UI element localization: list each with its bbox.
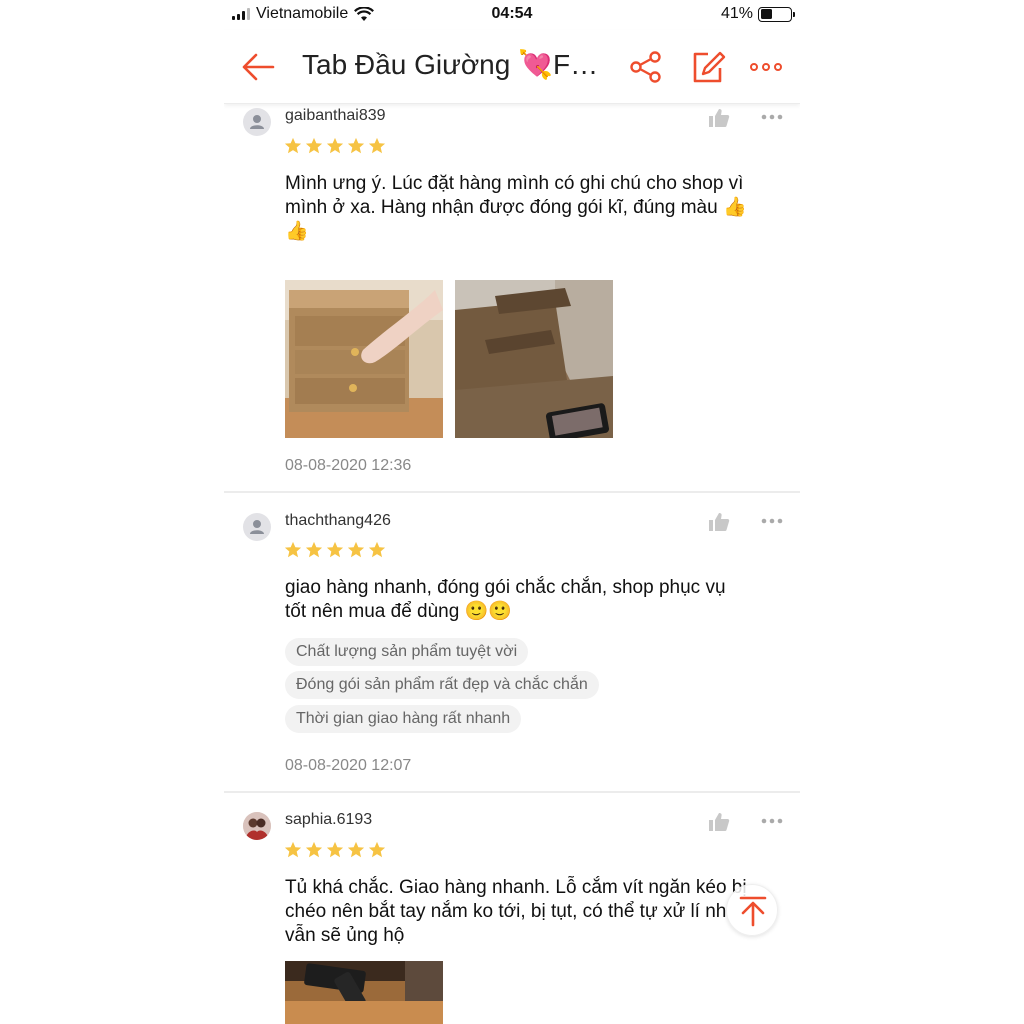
review-text-line: vẫn sẽ ủng hộ (285, 925, 405, 946)
star-icon (305, 841, 323, 858)
star-icon (347, 841, 365, 858)
user-placeholder-icon (250, 520, 264, 534)
review-more-icon[interactable] (760, 517, 784, 525)
user-placeholder-icon (250, 115, 264, 129)
scroll-to-top-button[interactable] (726, 884, 778, 936)
review-more-icon[interactable] (760, 817, 784, 825)
star-icon (305, 137, 323, 154)
like-icon[interactable] (708, 108, 730, 128)
review-text-line: mình ở xa. Hàng nhận được đóng gói kĩ, đ… (285, 197, 747, 218)
review-more-icon[interactable] (760, 113, 784, 121)
star-rating (284, 137, 386, 155)
review-divider (224, 491, 800, 493)
review-text-line: tốt nên mua để dùng 🙂🙂 (285, 601, 512, 622)
review-username: thachthang426 (285, 512, 391, 529)
review-photo[interactable] (455, 280, 613, 438)
battery-info: 41% (720, 5, 795, 23)
avatar[interactable] (243, 513, 271, 541)
star-icon (284, 137, 302, 154)
status-bar: Vietnamobile 04:54 41% (224, 0, 800, 30)
review-date: 08-08-2020 12:36 (285, 457, 412, 474)
star-icon (368, 541, 386, 558)
review-text: giao hàng nhanh, đóng gói chắc chắn, sho… (285, 576, 775, 624)
page-title: Tab Đầu Giường 💘F… (302, 49, 599, 80)
star-icon (326, 841, 344, 858)
share-icon[interactable] (628, 50, 664, 84)
star-icon (347, 137, 365, 154)
avatar[interactable] (243, 812, 271, 840)
review-username: saphia.6193 (285, 811, 373, 828)
review-tag: Thời gian giao hàng rất nhanh (285, 705, 522, 733)
battery-icon (758, 6, 795, 22)
avatar[interactable] (243, 108, 271, 136)
review-username: gaibanthai839 (285, 107, 386, 124)
top-nav-bar: Tab Đầu Giường 💘F… (224, 30, 800, 104)
star-icon (305, 541, 323, 558)
like-icon[interactable] (708, 512, 730, 532)
review-photo[interactable] (285, 961, 443, 1024)
review-text-line: chéo nên bắt tay nắm ko tới, bị tụt, có … (285, 901, 727, 922)
star-rating (284, 841, 386, 859)
more-icon[interactable] (748, 56, 784, 78)
star-icon (347, 541, 365, 558)
clock: 04:54 (491, 5, 533, 22)
user-photo-icon (243, 812, 271, 840)
battery-percent: 41% (720, 5, 753, 22)
review-tag: Chất lượng sản phẩm tuyệt vời (285, 638, 529, 666)
star-icon (326, 541, 344, 558)
app-screen: Vietnamobile 04:54 41% Tab Đầu Giường 💘F… (224, 0, 800, 1024)
star-rating (284, 541, 386, 559)
review-text-line: Mình ưng ý. Lúc đặt hàng mình có ghi chú… (285, 173, 744, 194)
review-tag: Đóng gói sản phẩm rất đẹp và chắc chắn (285, 671, 599, 699)
star-icon (368, 841, 386, 858)
review-text-line: 👍 (285, 221, 309, 242)
review-text: Tủ khá chắc. Giao hàng nhanh. Lỗ cắm vít… (285, 876, 775, 948)
like-icon[interactable] (708, 812, 730, 832)
star-icon (326, 137, 344, 154)
review-date: 08-08-2020 12:07 (285, 757, 412, 774)
star-icon (284, 841, 302, 858)
star-icon (368, 137, 386, 154)
review-text-line: Tủ khá chắc. Giao hàng nhanh. Lỗ cắm vít… (285, 877, 747, 898)
back-arrow-icon[interactable] (240, 50, 276, 84)
edit-icon[interactable] (690, 50, 726, 84)
review-text: Mình ưng ý. Lúc đặt hàng mình có ghi chú… (285, 172, 775, 244)
star-icon (284, 541, 302, 558)
review-photo[interactable] (285, 280, 443, 438)
review-text-line: giao hàng nhanh, đóng gói chắc chắn, sho… (285, 577, 726, 598)
arrow-up-to-top-icon (739, 896, 767, 927)
review-divider (224, 791, 800, 793)
